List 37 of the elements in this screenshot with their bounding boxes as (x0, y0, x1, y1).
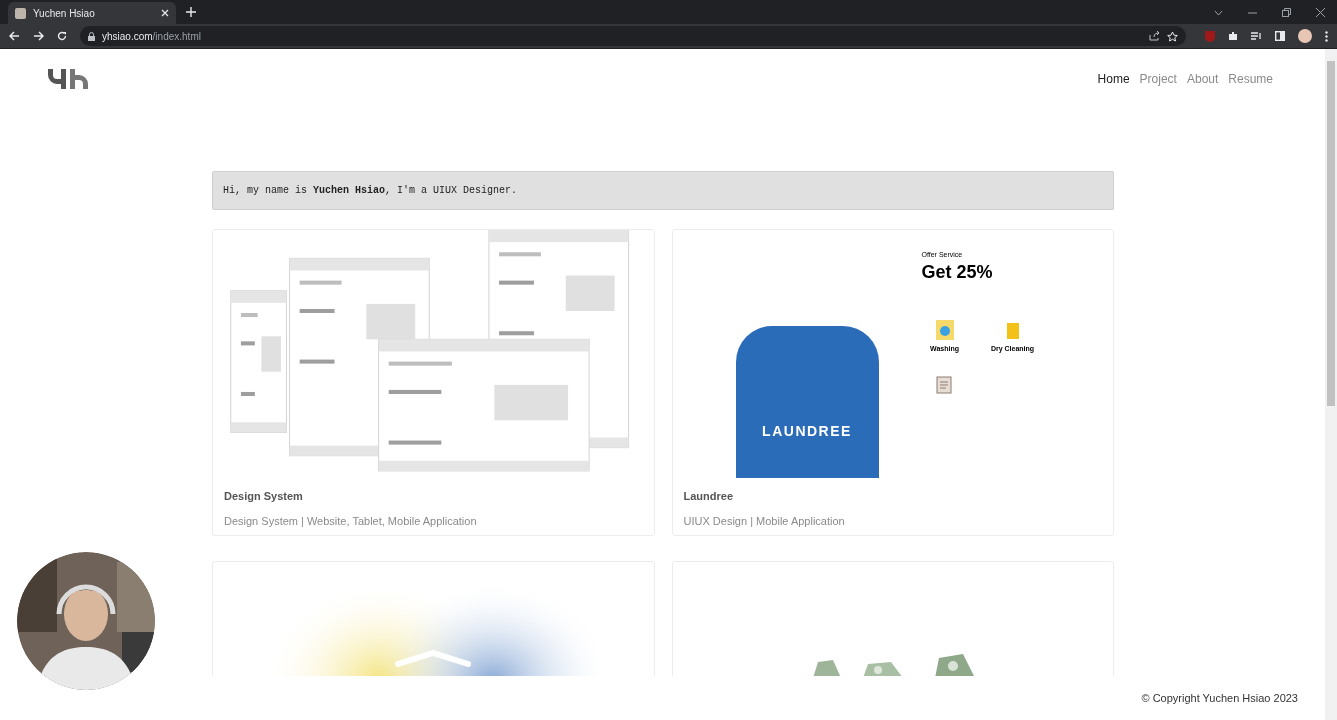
offer-headline: Get 25% (921, 260, 994, 283)
lock-icon (88, 31, 95, 41)
intro-text: Hi, my name is Yuchen Hsiao, I'm a UIUX Designer. (223, 184, 518, 198)
washing-machine-icon (934, 319, 955, 341)
project-title: Design System (224, 489, 304, 504)
minimize-icon[interactable] (1248, 11, 1257, 14)
new-tab-icon[interactable] (186, 7, 196, 17)
more-icon[interactable] (1325, 30, 1328, 42)
nav-link[interactable]: Project (1139, 70, 1177, 88)
sidebar-icon[interactable] (1275, 31, 1285, 41)
project-title: Laundree (683, 489, 734, 504)
chevron-down-icon[interactable] (1214, 9, 1223, 16)
address-bar[interactable]: yhsiao.com/index.html (80, 26, 1186, 46)
project-subtitle: Design System | Website, Tablet, Mobile Application (224, 513, 478, 529)
scrollbar[interactable] (1325, 49, 1337, 720)
back-icon[interactable] (9, 31, 20, 41)
favicon-icon (15, 7, 26, 19)
brand-logo: LAUNDREE (762, 422, 852, 441)
close-icon[interactable] (1316, 8, 1325, 17)
reload-icon[interactable] (57, 31, 67, 41)
share-icon[interactable] (1149, 31, 1160, 41)
nav-link[interactable]: Home (1097, 70, 1130, 88)
site-logo[interactable] (48, 69, 88, 89)
nav-link[interactable]: Resume (1228, 70, 1273, 88)
profile-avatar[interactable] (1298, 29, 1312, 43)
tab-title: Yuchen Hsiao (33, 6, 96, 21)
browser-tab[interactable]: Yuchen Hsiao (8, 2, 176, 24)
restore-icon[interactable] (1282, 8, 1291, 17)
copyright-text: © Copyright Yuchen Hsiao 2023 (1141, 690, 1298, 706)
nav-link[interactable]: About (1186, 70, 1219, 88)
project-subtitle: UIUX Design | Mobile Application (683, 513, 846, 529)
forward-icon[interactable] (33, 31, 44, 41)
clipboard-icon (934, 374, 955, 395)
star-icon[interactable] (1167, 30, 1178, 42)
project-card[interactable]: Design System Design System | Website, Tablet, Mobile Application (212, 229, 655, 536)
media-queue-icon[interactable] (1251, 31, 1262, 41)
url-text: yhsiao.com/index.html (102, 29, 202, 44)
